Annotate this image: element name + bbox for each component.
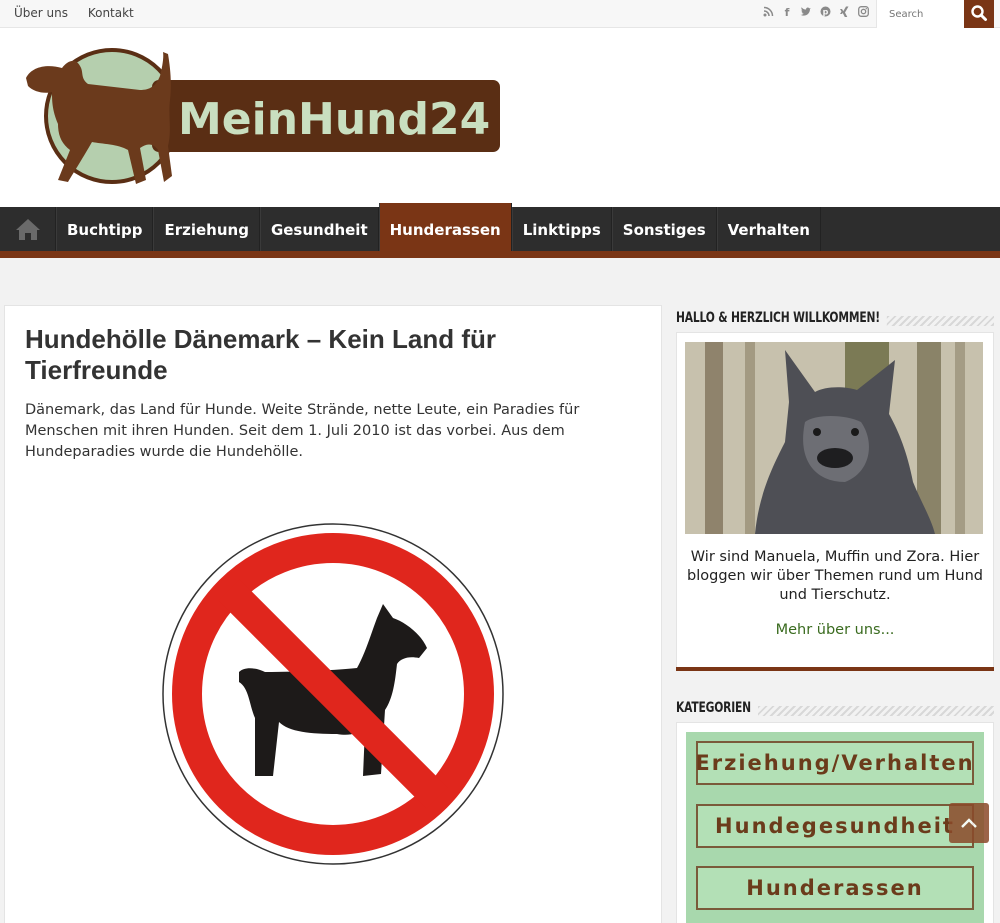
twitter-icon[interactable] [800,6,812,20]
nav-item-buchtipp[interactable]: Buchtipp [56,207,154,251]
categories-title-stripe [758,706,994,716]
search-box [876,0,964,28]
rss-icon[interactable] [762,6,774,20]
article-excerpt: Dänemark, das Land für Hunde. Weite Strä… [25,402,580,460]
category-erziehung-verhalten[interactable]: Erziehung/Verhalten [695,741,974,785]
nav-item-sonstiges[interactable]: Sonstiges [611,207,717,251]
chevron-up-icon [961,818,977,828]
dog-photo [685,342,983,534]
social-icons: f p [762,6,869,20]
about-link[interactable]: Über uns [14,6,68,20]
welcome-widget-title: HALLO & HERZLICH WILLKOMMEN! [676,310,887,326]
site-logo[interactable]: MeinHund24 [22,46,502,190]
home-button[interactable] [0,207,56,251]
article-card: Hundehölle Dänemark – Kein Land für Tier… [4,305,662,923]
nav-item-hunderassen[interactable]: Hunderassen [378,203,512,251]
main-nav: Buchtipp Erziehung Gesundheit Hunderasse… [0,203,1000,258]
search-input[interactable] [877,0,957,28]
top-bar: Über uns Kontakt f p [0,0,1000,28]
pinterest-icon[interactable]: p [819,6,831,20]
search-icon [971,5,987,21]
nav-item-erziehung[interactable]: Erziehung [153,207,260,251]
instagram-icon[interactable] [857,6,869,20]
nav-item-verhalten[interactable]: Verhalten [716,207,821,251]
welcome-bottom-border [676,667,994,671]
home-icon [15,219,40,240]
nav-item-gesundheit[interactable]: Gesundheit [259,207,379,251]
xing-icon[interactable] [838,6,850,20]
top-links: Über uns Kontakt [14,6,150,20]
scroll-to-top-button[interactable] [949,803,989,843]
no-dogs-sign-image[interactable] [161,522,505,866]
nav-item-linktipps[interactable]: Linktipps [511,207,612,251]
search-button[interactable] [964,0,994,28]
category-hundegesundheit[interactable]: Hundegesundheit [696,804,974,848]
article-title[interactable]: Hundehölle Dänemark – Kein Land für Tier… [25,324,625,386]
welcome-text: Wir sind Manuela, Muffin und Zora. Hier … [687,549,983,603]
nav-items: Buchtipp Erziehung Gesundheit Hunderasse… [56,203,821,251]
categories-widget-title: KATEGORIEN [676,700,758,716]
contact-link[interactable]: Kontakt [88,6,134,20]
logo-text: MeinHund24 [178,94,490,145]
category-hunderassen[interactable]: Hunderassen [696,866,974,910]
welcome-title-stripe [880,316,994,326]
site-header: MeinHund24 [0,28,1000,208]
svg-text:p: p [822,8,828,17]
about-us-link[interactable]: Mehr über uns... [686,622,984,638]
facebook-icon[interactable]: f [781,6,793,20]
